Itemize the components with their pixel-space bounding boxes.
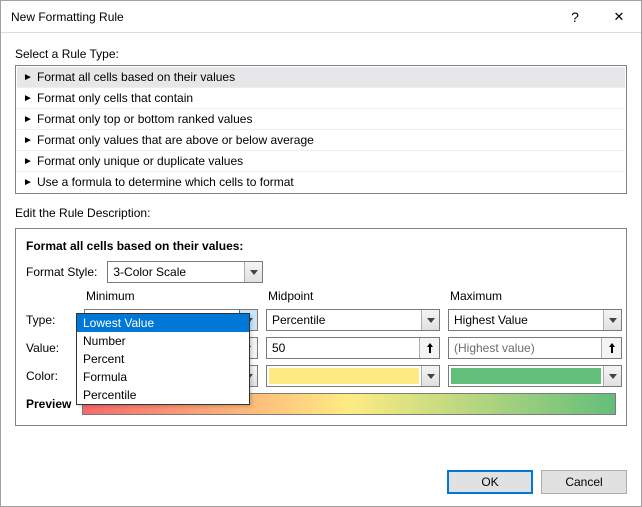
rule-type-item[interactable]: ► Format only unique or duplicate values <box>17 151 625 172</box>
range-ref-icon[interactable] <box>601 338 621 358</box>
rule-type-item[interactable]: ► Format only values that are above or b… <box>17 130 625 151</box>
ok-button[interactable]: OK <box>447 470 533 494</box>
dropdown-item[interactable]: Percentile <box>77 386 249 404</box>
arrow-icon: ► <box>23 72 33 83</box>
close-button[interactable]: ✕ <box>597 1 641 33</box>
rule-type-item[interactable]: ► Format only cells that contain <box>17 88 625 109</box>
rule-type-item[interactable]: ► Format only top or bottom ranked value… <box>17 109 625 130</box>
max-color-swatch <box>451 368 601 384</box>
max-value-text: (Highest value) <box>449 341 601 355</box>
rule-type-text: Format only values that are above or bel… <box>37 133 314 147</box>
format-style-value: 3-Color Scale <box>108 265 244 279</box>
mid-value-text: 50 <box>267 341 419 355</box>
col-max-header: Maximum <box>448 289 622 303</box>
max-type-combo[interactable]: Highest Value <box>448 309 622 331</box>
chevron-down-icon <box>421 366 439 386</box>
dialog-title: New Formatting Rule <box>11 10 553 24</box>
dropdown-item[interactable]: Formula <box>77 368 249 386</box>
dropdown-item[interactable]: Number <box>77 332 249 350</box>
format-style-combo[interactable]: 3-Color Scale <box>107 261 263 283</box>
rule-type-text: Format only cells that contain <box>37 91 193 105</box>
chevron-down-icon <box>603 366 621 386</box>
rule-type-text: Format all cells based on their values <box>37 70 235 84</box>
rule-desc-label: Edit the Rule Description: <box>15 206 627 220</box>
chevron-down-icon <box>421 310 439 330</box>
col-mid-header: Midpoint <box>266 289 440 303</box>
rule-desc-box: Format all cells based on their values: … <box>15 228 627 426</box>
dropdown-item[interactable]: Percent <box>77 350 249 368</box>
rule-type-item[interactable]: ► Use a formula to determine which cells… <box>17 172 625 192</box>
mid-value-input[interactable]: 50 <box>266 337 440 359</box>
arrow-icon: ► <box>23 177 33 188</box>
mid-type-combo[interactable]: Percentile <box>266 309 440 331</box>
max-type-value: Highest Value <box>449 313 603 327</box>
dialog-content: Select a Rule Type: ► Format all cells b… <box>1 33 641 460</box>
rule-type-text: Use a formula to determine which cells t… <box>37 175 294 189</box>
mid-color-swatch <box>269 368 419 384</box>
max-color-combo[interactable] <box>448 365 622 387</box>
help-button[interactable]: ? <box>553 1 597 33</box>
dropdown-item[interactable]: Lowest Value <box>77 314 249 332</box>
max-value-input[interactable]: (Highest value) <box>448 337 622 359</box>
arrow-icon: ► <box>23 93 33 104</box>
arrow-icon: ► <box>23 114 33 125</box>
range-ref-icon[interactable] <box>419 338 439 358</box>
type-row-label: Type: <box>26 313 76 327</box>
chevron-down-icon <box>603 310 621 330</box>
desc-heading: Format all cells based on their values: <box>26 239 616 253</box>
dialog-buttons: OK Cancel <box>1 460 641 506</box>
rule-type-label: Select a Rule Type: <box>15 47 627 61</box>
cancel-button[interactable]: Cancel <box>541 470 627 494</box>
value-row-label: Value: <box>26 341 76 355</box>
chevron-down-icon <box>244 262 262 282</box>
titlebar: New Formatting Rule ? ✕ <box>1 1 641 33</box>
col-min-header: Minimum <box>84 289 258 303</box>
rule-type-text: Format only unique or duplicate values <box>37 154 243 168</box>
rule-type-item[interactable]: ► Format all cells based on their values <box>17 67 625 88</box>
format-style-label: Format Style: <box>26 265 97 279</box>
rule-type-text: Format only top or bottom ranked values <box>37 112 252 126</box>
color-row-label: Color: <box>26 369 76 383</box>
rule-type-list[interactable]: ► Format all cells based on their values… <box>15 65 627 194</box>
mid-color-combo[interactable] <box>266 365 440 387</box>
preview-label: Preview <box>26 397 76 411</box>
format-style-row: Format Style: 3-Color Scale <box>26 261 616 283</box>
new-formatting-rule-dialog: New Formatting Rule ? ✕ Select a Rule Ty… <box>0 0 642 507</box>
arrow-icon: ► <box>23 156 33 167</box>
arrow-icon: ► <box>23 135 33 146</box>
min-type-dropdown[interactable]: Lowest Value Number Percent Formula Perc… <box>76 313 250 405</box>
mid-type-value: Percentile <box>267 313 421 327</box>
